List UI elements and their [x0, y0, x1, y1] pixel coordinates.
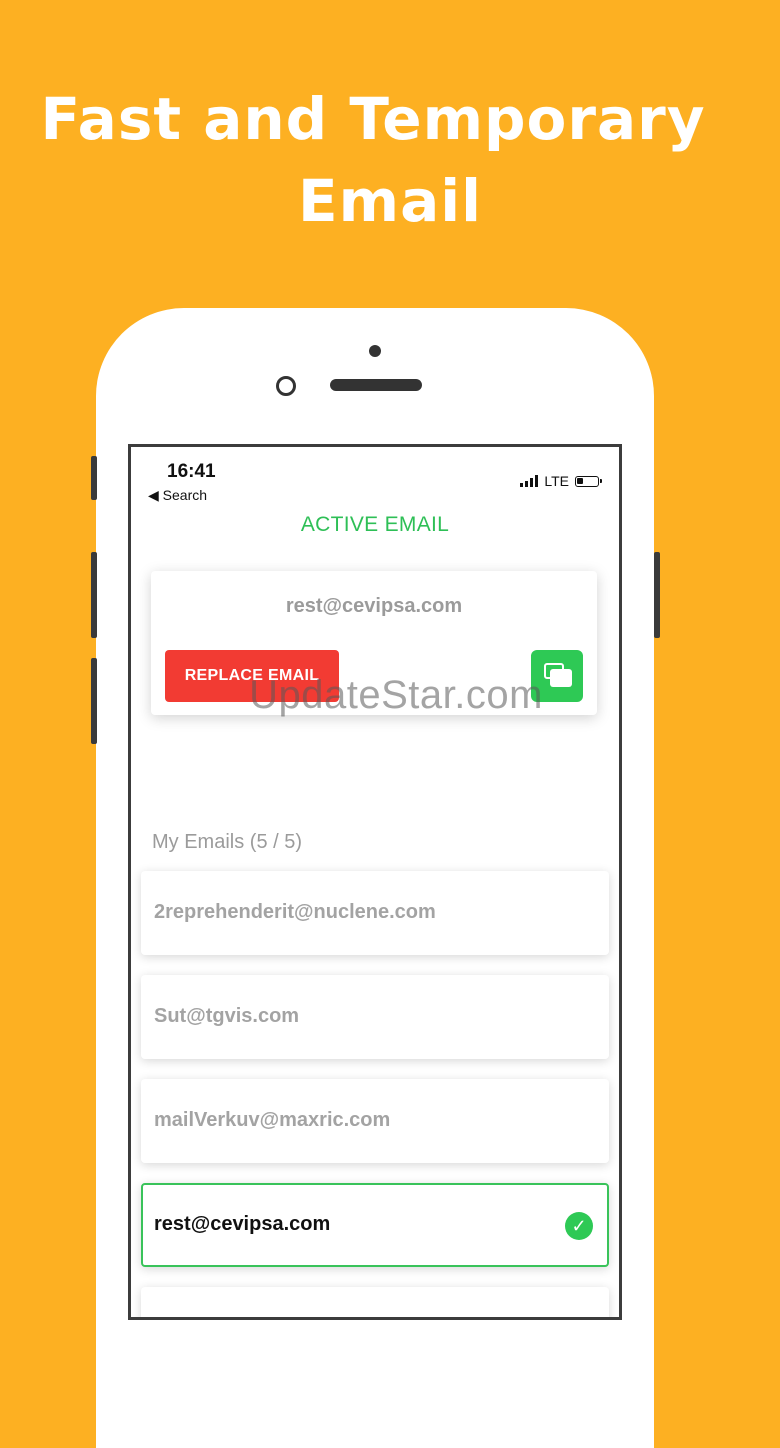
- email-item-address: 2reprehenderit@nuclene.com: [154, 901, 436, 923]
- phone-speaker: [330, 379, 422, 391]
- watermark: UpdateStar.com: [249, 673, 543, 717]
- phone-volume-up: [91, 552, 97, 638]
- phone-power-button: [654, 552, 660, 638]
- email-list-item[interactable]: 2reprehenderit@nuclene.com: [141, 871, 609, 955]
- battery-icon: [575, 475, 602, 487]
- status-time: 16:41: [167, 461, 216, 482]
- email-list: 2reprehenderit@nuclene.com Sut@tgvis.com…: [141, 871, 609, 1317]
- email-list-item-selected[interactable]: rest@cevipsa.com ✓: [141, 1183, 609, 1267]
- status-indicators: LTE: [520, 473, 602, 489]
- headline-line-1: Fast and Temporary: [40, 85, 706, 153]
- phone-mute-switch: [91, 456, 97, 500]
- phone-sensor: [369, 345, 381, 357]
- email-item-address: rest@cevipsa.com: [154, 1213, 331, 1235]
- headline-line-2: Email: [298, 167, 482, 235]
- active-email-title: ACTIVE EMAIL: [300, 513, 450, 536]
- back-to-search-link[interactable]: ◀ Search: [148, 487, 207, 504]
- check-circle-icon: ✓: [565, 1212, 593, 1240]
- email-item-address: mailVerkuv@maxric.com: [154, 1109, 391, 1131]
- phone-volume-down: [91, 658, 97, 744]
- network-type: LTE: [544, 473, 569, 489]
- email-list-item[interactable]: Sut@tgvis.com: [141, 975, 609, 1059]
- email-list-item[interactable]: [141, 1287, 609, 1317]
- email-list-item[interactable]: mailVerkuv@maxric.com: [141, 1079, 609, 1163]
- email-item-address: Sut@tgvis.com: [154, 1005, 300, 1027]
- phone-front-camera: [276, 376, 296, 396]
- promo-headline: Fast and Temporary Email: [0, 78, 780, 242]
- my-emails-label: My Emails (5 / 5): [152, 831, 303, 853]
- signal-icon: [520, 475, 539, 487]
- active-email-address[interactable]: rest@cevipsa.com: [151, 595, 597, 618]
- phone-screen: 16:41 ◀ Search LTE ACTIVE EMAIL rest@cev…: [128, 444, 622, 1320]
